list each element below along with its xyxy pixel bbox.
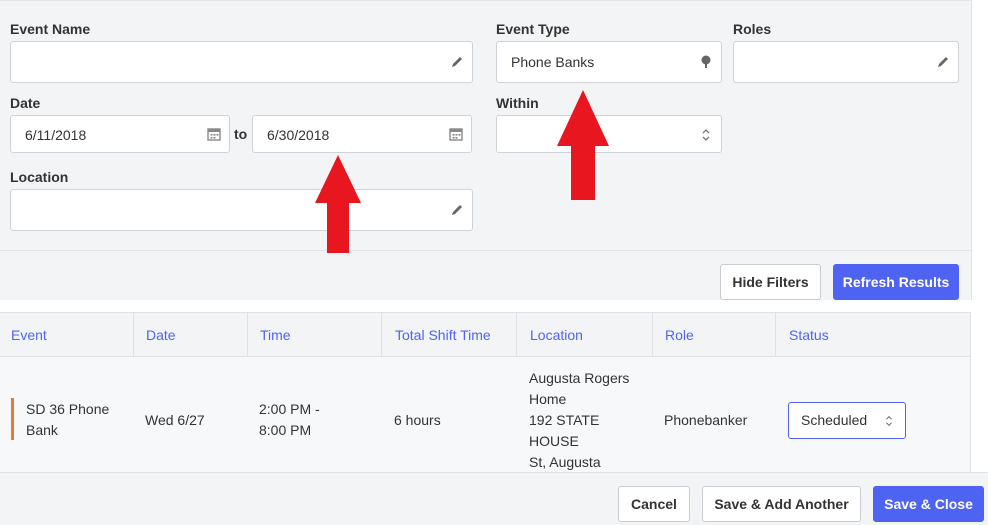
row-location-line: St, Augusta — [529, 454, 601, 470]
table-row[interactable]: SD 36 Phone Bank Wed 6/27 2:00 PM - 8:00… — [0, 357, 970, 473]
red-arrow-up-icon — [315, 155, 361, 253]
calendar-icon — [207, 128, 221, 141]
dialog-footer: Cancel Save & Add Another Save & Close — [0, 472, 988, 525]
within-select[interactable] — [496, 115, 722, 153]
column-divider — [516, 313, 517, 356]
column-header-total-shift-time[interactable]: Total Shift Time — [395, 313, 491, 356]
event-name-label: Event Name — [10, 21, 91, 37]
pencil-icon — [452, 57, 462, 67]
roles-label: Roles — [733, 21, 772, 37]
date-from-value: 6/11/2018 — [25, 127, 87, 143]
hide-filters-button[interactable]: Hide Filters — [720, 264, 821, 300]
row-time-line: 2:00 PM - — [259, 401, 320, 417]
roles-input[interactable] — [733, 41, 959, 83]
location-label: Location — [10, 169, 69, 185]
tree-icon — [701, 55, 711, 68]
row-time-line: 8:00 PM — [259, 422, 312, 438]
date-label: Date — [10, 95, 41, 111]
filter-panel: Event Name Event Type Phone Banks Roles … — [0, 0, 972, 300]
calendar-icon — [449, 128, 463, 141]
pencil-icon — [452, 205, 462, 215]
row-role: Phonebanker — [664, 412, 748, 428]
results-table: Event Date Time Total Shift Time Locatio… — [0, 312, 971, 473]
pencil-icon — [938, 57, 948, 67]
save-close-button[interactable]: Save & Close — [873, 486, 984, 522]
event-type-input[interactable]: Phone Banks — [496, 41, 722, 83]
date-to-input[interactable]: 6/30/2018 — [252, 115, 472, 153]
red-arrow-up-icon — [557, 90, 609, 200]
row-location-line: HOUSE — [529, 433, 579, 449]
event-name-input[interactable] — [10, 41, 473, 83]
row-event-line: Bank — [26, 422, 58, 438]
row-event-line: SD 36 Phone — [26, 401, 110, 417]
row-location-line: Augusta Rogers — [529, 370, 630, 386]
column-divider — [652, 313, 653, 356]
within-label: Within — [496, 95, 539, 111]
column-header-role[interactable]: Role — [665, 313, 694, 356]
location-input[interactable] — [10, 189, 473, 231]
column-header-status[interactable]: Status — [789, 313, 829, 356]
column-header-time[interactable]: Time — [260, 313, 291, 356]
date-to-value: 6/30/2018 — [267, 127, 330, 143]
event-type-color-bar — [11, 398, 14, 440]
status-value: Scheduled — [801, 412, 868, 428]
event-type-value: Phone Banks — [511, 54, 595, 70]
date-from-input[interactable]: 6/11/2018 — [10, 115, 230, 153]
cancel-button[interactable]: Cancel — [618, 486, 690, 522]
date-separator: to — [234, 126, 248, 142]
updown-chevron-icon — [702, 129, 710, 141]
updown-chevron-icon — [886, 415, 892, 427]
row-date: Wed 6/27 — [145, 412, 205, 428]
event-type-label: Event Type — [496, 21, 570, 37]
row-location: Augusta Rogers Home 192 STATE HOUSE St, … — [529, 368, 629, 473]
row-total-shift-time: 6 hours — [394, 412, 441, 428]
column-divider — [247, 313, 248, 356]
row-location-line: Home — [529, 391, 567, 407]
table-header: Event Date Time Total Shift Time Locatio… — [0, 313, 970, 357]
filter-divider — [0, 250, 972, 251]
row-event: SD 36 Phone Bank — [26, 399, 109, 441]
row-location-line: 192 STATE — [529, 412, 600, 428]
column-header-date[interactable]: Date — [146, 313, 176, 356]
refresh-results-button[interactable]: Refresh Results — [833, 264, 959, 300]
row-time: 2:00 PM - 8:00 PM — [259, 399, 320, 441]
column-header-event[interactable]: Event — [11, 313, 47, 356]
column-divider — [133, 313, 134, 356]
save-add-another-button[interactable]: Save & Add Another — [702, 486, 861, 522]
column-divider — [381, 313, 382, 356]
column-divider — [775, 313, 776, 356]
column-header-location[interactable]: Location — [530, 313, 583, 356]
status-select[interactable]: Scheduled — [788, 402, 906, 439]
